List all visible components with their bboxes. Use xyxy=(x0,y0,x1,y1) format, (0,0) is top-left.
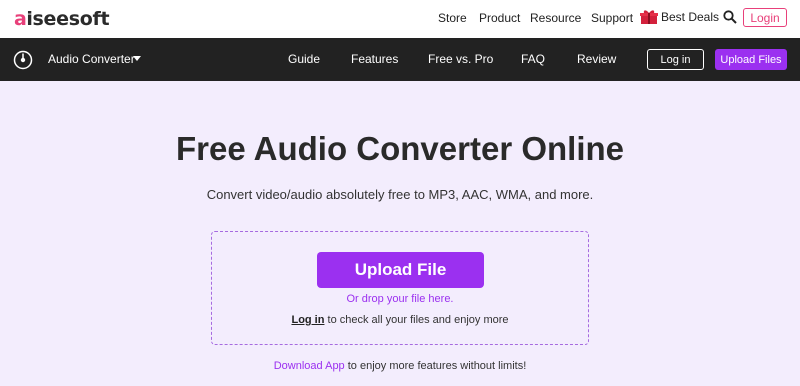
login-prompt-text: to check all your files and enjoy more xyxy=(324,314,509,326)
product-navbar: Audio Converter Guide Features Free vs. … xyxy=(0,38,800,81)
navbar-login-button[interactable]: Log in xyxy=(647,49,704,70)
download-app-link[interactable]: Download App xyxy=(274,360,345,372)
brand-logo[interactable]: a iseesoft xyxy=(14,8,110,30)
top-nav-resource[interactable]: Resource xyxy=(530,11,581,25)
login-link[interactable]: Log in xyxy=(291,314,324,326)
page-title: Free Audio Converter Online xyxy=(175,130,624,167)
top-bar: a iseesoft Store Product Resource Support… xyxy=(0,0,800,38)
nav-guide[interactable]: Guide xyxy=(288,52,320,66)
file-drop-zone[interactable] xyxy=(211,231,589,345)
logo-text: iseesoft xyxy=(26,8,110,30)
drop-hint: Or drop your file here. xyxy=(346,293,454,305)
download-prompt: Download App to enjoy more features with… xyxy=(0,360,800,372)
gift-icon xyxy=(640,10,658,24)
nav-review[interactable]: Review xyxy=(577,52,616,66)
top-nav-store[interactable]: Store xyxy=(438,11,467,25)
app-title[interactable]: Audio Converter xyxy=(48,52,135,66)
top-nav-support[interactable]: Support xyxy=(591,11,633,25)
nav-free-vs-pro[interactable]: Free vs. Pro xyxy=(428,52,493,66)
caret-down-icon[interactable] xyxy=(133,56,141,61)
best-deals-link[interactable]: Best Deals xyxy=(640,9,719,25)
top-login-button[interactable]: Login xyxy=(743,8,787,27)
nav-faq[interactable]: FAQ xyxy=(521,52,545,66)
top-nav-product[interactable]: Product xyxy=(479,11,520,25)
audio-converter-icon xyxy=(13,50,33,70)
search-icon[interactable] xyxy=(723,10,737,24)
best-deals-label: Best Deals xyxy=(661,10,720,24)
page-subtitle: Convert video/audio absolutely free to M… xyxy=(206,187,594,202)
download-prompt-text: to enjoy more features without limits! xyxy=(344,360,527,372)
logo-mark: a xyxy=(14,8,27,30)
nav-features[interactable]: Features xyxy=(351,52,398,66)
navbar-upload-files-button[interactable]: Upload Files xyxy=(715,49,787,70)
upload-file-button[interactable]: Upload File xyxy=(317,252,484,288)
login-prompt: Log in to check all your files and enjoy… xyxy=(0,314,800,326)
